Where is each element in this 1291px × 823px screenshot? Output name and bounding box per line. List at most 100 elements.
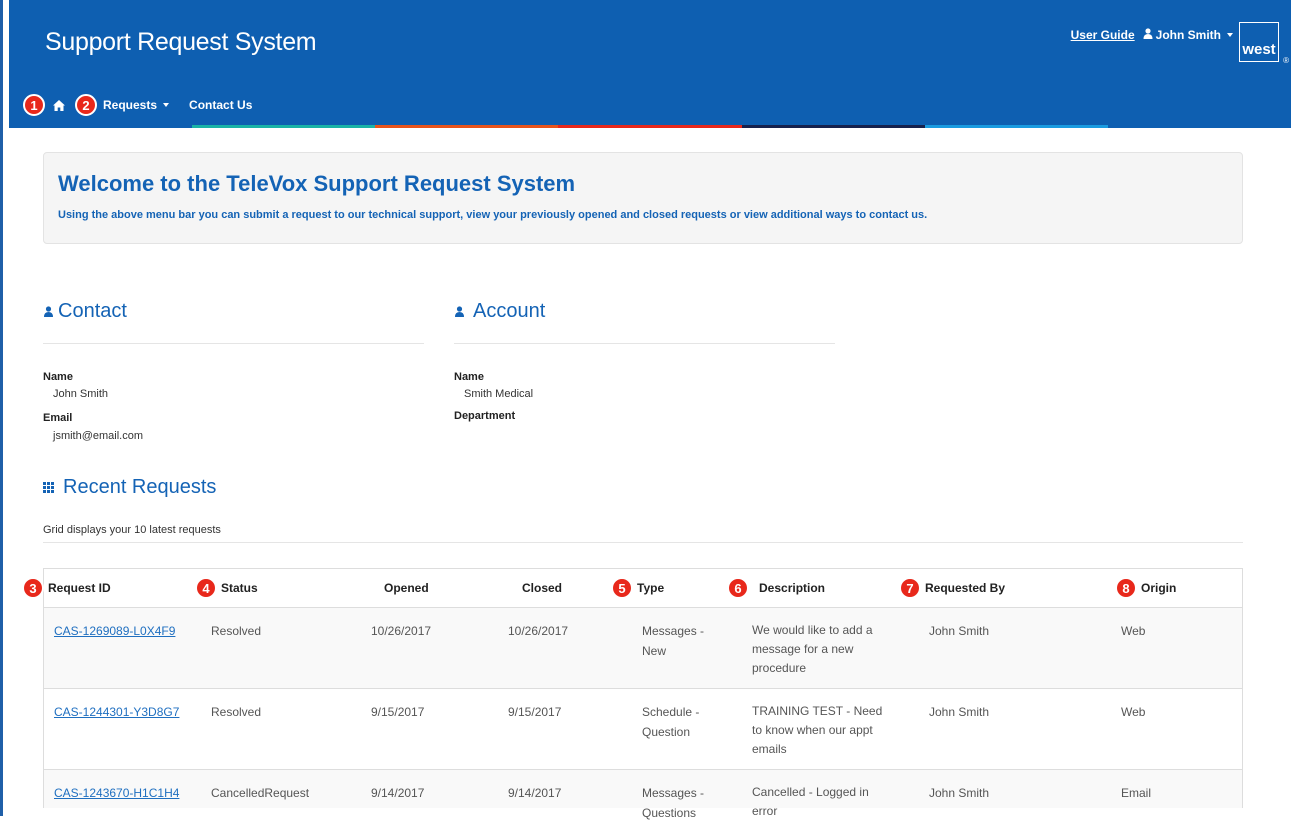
col-label: Origin xyxy=(1141,581,1177,595)
account-divider xyxy=(454,343,835,344)
welcome-text: Using the above menu bar you can submit … xyxy=(58,209,928,221)
registered-mark: ® xyxy=(1283,56,1289,65)
description-line: message for a new xyxy=(752,642,854,656)
contact-divider xyxy=(43,343,424,344)
account-title: Account xyxy=(473,300,546,322)
top-navbar: Support Request System User Guide John S… xyxy=(9,0,1291,128)
color-bar-segment xyxy=(741,125,925,128)
origin-cell: Web xyxy=(1121,624,1146,638)
description-line: TRAINING TEST - Need xyxy=(752,704,883,718)
description-line: emails xyxy=(752,742,787,756)
col-header-closed[interactable]: Closed xyxy=(522,569,562,607)
contact-email-label: Email xyxy=(43,412,73,424)
west-logo: west xyxy=(1239,22,1279,62)
requested-by-cell: John Smith xyxy=(929,705,990,719)
recent-requests-heading: Recent Requests xyxy=(43,476,216,499)
user-area: User Guide John Smith xyxy=(1071,28,1233,42)
col-label: Status xyxy=(221,581,258,595)
color-bar-segment xyxy=(1107,125,1291,128)
account-department-label: Department xyxy=(454,410,516,422)
col-header-status[interactable]: 4 Status xyxy=(195,569,258,607)
home-icon[interactable] xyxy=(53,99,65,111)
welcome-title: Welcome to the TeleVox Support Request S… xyxy=(58,171,576,196)
col-header-opened[interactable]: Opened xyxy=(384,569,429,607)
type-line: Messages - xyxy=(642,624,705,638)
description-line: Cancelled - Logged in xyxy=(752,785,869,799)
col-label: Requested By xyxy=(925,581,1006,595)
callout-badge-5: 5 xyxy=(611,577,633,599)
col-header-type[interactable]: 5 Type xyxy=(611,569,664,607)
table-header: 3 Request ID 4 Status Opened Closed 5 Ty… xyxy=(22,569,1242,608)
main-nav: 1 2 Requests Contact Us xyxy=(9,88,266,122)
description-line: error xyxy=(752,804,778,818)
chevron-down-icon xyxy=(1227,33,1233,37)
welcome-panel: Welcome to the TeleVox Support Request S… xyxy=(43,152,1243,244)
opened-cell: 10/26/2017 xyxy=(371,624,432,638)
account-heading: Account xyxy=(454,300,545,323)
description-cell: Cancelled - Logged in error xyxy=(752,783,869,821)
callout-badge-2: 2 xyxy=(75,94,97,116)
type-line: Schedule - xyxy=(642,705,700,719)
color-bar-segment xyxy=(924,125,1108,128)
user-menu[interactable]: John Smith xyxy=(1156,28,1221,42)
description-line: to know when our appt xyxy=(752,723,873,737)
color-bar-segment xyxy=(192,125,376,128)
nav-contact-us[interactable]: Contact Us xyxy=(189,98,252,112)
type-cell: Schedule - Question xyxy=(642,702,699,742)
account-name-value: Smith Medical xyxy=(464,388,534,400)
type-line: Question xyxy=(642,725,691,739)
requested-by-cell: John Smith xyxy=(929,624,990,638)
description-cell: TRAINING TEST - Need to know when our ap… xyxy=(752,702,882,759)
status-cell: Resolved xyxy=(211,624,262,638)
app-title: Support Request System xyxy=(45,28,317,56)
grid-note: Grid displays your 10 latest requests xyxy=(43,524,221,536)
description-line: procedure xyxy=(752,661,807,675)
type-line: New xyxy=(642,644,667,658)
origin-cell: Web xyxy=(1121,705,1146,719)
recent-divider xyxy=(43,542,1243,543)
contact-heading: Contact xyxy=(43,300,127,323)
chevron-down-icon xyxy=(163,103,170,107)
nav-requests[interactable]: Requests xyxy=(103,98,170,112)
status-cell: Resolved xyxy=(211,705,262,719)
contact-title: Contact xyxy=(58,300,127,322)
request-id-link[interactable]: CAS-1269089-L0X4F9 xyxy=(54,621,175,641)
request-id-link[interactable]: CAS-1244301-Y3D8G7 xyxy=(54,702,179,722)
closed-cell: 9/14/2017 xyxy=(508,786,562,800)
table-row: CAS-1243670-H1C1H4 CancelledRequest 9/14… xyxy=(44,770,1242,820)
callout-badge-1: 1 xyxy=(23,94,45,116)
user-icon xyxy=(1143,28,1153,42)
col-label: Description xyxy=(759,581,826,595)
type-cell: Messages - Questions xyxy=(642,783,704,823)
callout-badge-7: 7 xyxy=(899,577,921,599)
nav-requests-label: Requests xyxy=(103,98,158,112)
contact-name-value: John Smith xyxy=(53,388,109,400)
col-header-request-id[interactable]: 3 Request ID xyxy=(22,569,111,607)
col-header-description[interactable]: 6 Description xyxy=(727,569,825,607)
request-id-link[interactable]: CAS-1243670-H1C1H4 xyxy=(54,783,179,803)
origin-cell: Email xyxy=(1121,786,1152,800)
col-header-origin[interactable]: 8 Origin xyxy=(1115,569,1176,607)
closed-cell: 9/15/2017 xyxy=(508,705,562,719)
color-bar-segment xyxy=(558,125,742,128)
type-line: Questions xyxy=(642,806,697,820)
callout-badge-3: 3 xyxy=(22,577,44,599)
col-header-requested-by[interactable]: 7 Requested By xyxy=(899,569,1005,607)
col-label: Opened xyxy=(384,581,429,595)
callout-badge-4: 4 xyxy=(195,577,217,599)
description-line: We would like to add a xyxy=(752,623,873,637)
callout-badge-8: 8 xyxy=(1115,577,1137,599)
user-icon xyxy=(454,300,469,323)
user-guide-link[interactable]: User Guide xyxy=(1071,28,1135,42)
grid-icon xyxy=(43,476,58,499)
contact-name-label: Name xyxy=(43,371,73,383)
left-border xyxy=(0,0,3,816)
col-label: Closed xyxy=(522,581,563,595)
status-cell: CancelledRequest xyxy=(211,786,310,800)
color-bar-segment xyxy=(9,125,193,128)
callout-badge-6: 6 xyxy=(727,577,749,599)
contact-email-value: jsmith@email.com xyxy=(53,430,144,442)
description-cell: We would like to add a message for a new… xyxy=(752,621,873,678)
opened-cell: 9/14/2017 xyxy=(371,786,425,800)
requests-table: 3 Request ID 4 Status Opened Closed 5 Ty… xyxy=(22,568,1243,820)
